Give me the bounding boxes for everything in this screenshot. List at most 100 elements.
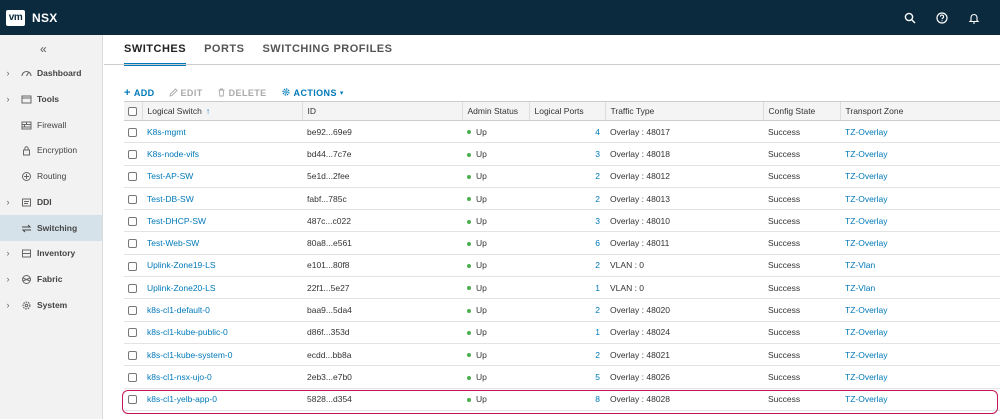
logical-switch-link[interactable]: k8s-cl1-kube-public-0 [142,321,302,344]
transport-zone-link[interactable]: TZ-Overlay [840,298,1000,322]
logical-ports-link[interactable]: 4 [529,120,605,144]
transport-zone-link[interactable]: TZ-Vlan [840,276,1000,300]
admin-status-label: Up [476,126,487,137]
row-checkbox[interactable] [128,373,137,383]
search-icon[interactable] [903,11,916,24]
logical-ports-link[interactable]: 3 [529,209,605,233]
table-row[interactable]: k8s-cl1-yelb-app-0 5828...d354 Up 8 Overlay … [124,388,1000,411]
col-traffic-type[interactable]: Traffic Type [604,101,763,121]
logical-switch-link[interactable]: Test-AP-SW [142,165,302,188]
col-admin-status[interactable]: Admin Status [461,101,529,121]
table-row[interactable]: k8s-cl1-kube-public-0 d86f...353d Up 1 Overl… [124,321,1000,344]
sidebar-item-routing[interactable]: Routing [0,163,102,189]
logical-ports-link[interactable]: 2 [529,343,605,367]
row-checkbox[interactable] [128,172,137,182]
transport-zone-link[interactable]: TZ-Vlan [840,254,1000,278]
add-button[interactable]: + ADD [124,87,155,99]
transport-zone-link[interactable]: TZ-Overlay [840,365,1000,389]
row-checkbox[interactable] [128,306,137,316]
logical-switch-link[interactable]: Uplink-Zone20-LS [142,276,302,300]
table-row[interactable]: k8s-cl1-nsx-ujo-0 2eb3...e7b0 Up 5 Overlay :… [124,365,1000,389]
tab-switching-profiles[interactable]: SWITCHING PROFILES [262,43,392,66]
table-row[interactable]: Uplink-Zone20-LS 22f1...5e27 Up 1 VLAN : 0 Su… [124,276,1000,300]
transport-zone-link[interactable]: TZ-Overlay [840,187,1000,211]
actions-menu[interactable]: ACTIONS ▾ [281,87,344,99]
transport-zone-link[interactable]: TZ-Overlay [840,321,1000,344]
logical-ports-link[interactable]: 2 [529,187,605,211]
sidebar-item-dashboard[interactable]: › Dashboard [0,60,102,86]
logical-ports-link[interactable]: 1 [529,321,605,344]
logical-ports-link[interactable]: 3 [529,142,605,166]
table-row[interactable]: Test-DHCP-SW 487c...c022 Up 3 Overlay : 4801… [124,209,1000,233]
sidebar-item-system[interactable]: › System [0,292,102,318]
sidebar-item-switching[interactable]: Switching [0,215,102,241]
logical-switch-link[interactable]: Test-Web-SW [142,231,302,255]
logical-switch-link[interactable]: k8s-cl1-yelb-app-0 [142,388,302,411]
table-row[interactable]: Test-AP-SW 5e1d...2fee Up 2 Overlay : 48012 S… [124,165,1000,188]
logical-switch-link[interactable]: Test-DB-SW [142,187,302,211]
row-checkbox[interactable] [128,127,137,137]
logical-switch-link[interactable]: K8s-node-vifs [142,142,302,166]
sidebar-item-tools[interactable]: › Tools [0,86,102,112]
transport-zone-link[interactable]: TZ-Overlay [840,120,1000,144]
switch-id: 487c...c022 [302,209,462,233]
col-logical-ports[interactable]: Logical Ports [528,101,605,121]
edit-button[interactable]: EDIT [168,87,203,99]
row-checkbox[interactable] [128,239,137,249]
tab-ports[interactable]: PORTS [204,43,244,66]
table-row[interactable]: Uplink-Zone19-LS e101...80f8 Up 2 VLAN : 0 Su… [124,254,1000,278]
logical-switch-link[interactable]: k8s-cl1-kube-system-0 [142,343,302,367]
sidebar-item-firewall[interactable]: Firewall [0,112,102,138]
logical-ports-link[interactable]: 2 [529,165,605,188]
table-row[interactable]: K8s-mgmt be92...69e9 Up 4 Overlay : 48017 Suc… [124,120,1000,144]
row-checkbox[interactable] [128,283,137,293]
row-checkbox[interactable] [128,350,137,360]
row-checkbox[interactable] [128,261,137,271]
delete-button[interactable]: DELETE [217,87,267,99]
collapse-sidebar-icon[interactable]: « [40,42,47,56]
pencil-icon [168,87,178,99]
transport-zone-link[interactable]: TZ-Overlay [840,231,1000,255]
tab-switches[interactable]: SWITCHES [124,43,187,66]
logical-ports-link[interactable]: 6 [529,231,605,255]
logical-switch-link[interactable]: Test-DHCP-SW [142,209,302,233]
table-row[interactable]: K8s-node-vifs bd44...7c7e Up 3 Overlay : 480… [124,142,1000,166]
logical-ports-link[interactable]: 2 [529,254,605,278]
transport-zone-link[interactable]: TZ-Overlay [840,388,1000,411]
row-checkbox[interactable] [128,216,137,226]
sidebar-item-fabric[interactable]: › Fabric [0,266,102,292]
logical-ports-link[interactable]: 2 [529,298,605,322]
table-row[interactable]: k8s-cl1-kube-system-0 ecdd...bb8a Up 2 Overl… [124,343,1000,367]
logical-switch-link[interactable]: k8s-cl1-nsx-ujo-0 [142,365,302,389]
select-all-checkbox[interactable] [128,107,137,117]
sidebar-item-inventory[interactable]: › Inventory [0,240,102,266]
col-transport-zone[interactable]: Transport Zone [839,101,1000,121]
row-checkbox[interactable] [128,194,137,204]
logical-ports-link[interactable]: 1 [529,276,605,300]
logical-switch-link[interactable]: K8s-mgmt [142,120,302,144]
traffic-type: Overlay : 48018 [605,142,763,166]
logical-ports-link[interactable]: 8 [529,388,605,411]
bell-icon[interactable] [967,11,980,24]
col-config-state[interactable]: Config State [762,101,840,121]
row-checkbox[interactable] [128,395,137,405]
sidebar-item-encryption[interactable]: Encryption [0,137,102,163]
col-logical-switch[interactable]: Logical Switch ↑ [141,101,302,121]
table-row[interactable]: Test-DB-SW fabf...785c Up 2 Overlay : 48013 S… [124,187,1000,211]
row-select-cell [124,254,142,278]
traffic-type: Overlay : 48021 [605,343,763,367]
help-icon[interactable] [935,11,948,24]
table-row[interactable]: k8s-cl1-default-0 baa9...5da4 Up 2 Overlay :… [124,298,1000,322]
row-checkbox[interactable] [128,150,137,160]
transport-zone-link[interactable]: TZ-Overlay [840,142,1000,166]
table-row[interactable]: Test-Web-SW 80a8...e561 Up 6 Overlay : 48011… [124,231,1000,255]
sidebar-item-ddi[interactable]: › DDI [0,189,102,215]
transport-zone-link[interactable]: TZ-Overlay [840,209,1000,233]
logical-switch-link[interactable]: k8s-cl1-default-0 [142,298,302,322]
col-id[interactable]: ID [301,101,462,121]
logical-switch-link[interactable]: Uplink-Zone19-LS [142,254,302,278]
logical-ports-link[interactable]: 5 [529,365,605,389]
row-checkbox[interactable] [128,328,137,338]
transport-zone-link[interactable]: TZ-Overlay [840,165,1000,188]
transport-zone-link[interactable]: TZ-Overlay [840,343,1000,367]
